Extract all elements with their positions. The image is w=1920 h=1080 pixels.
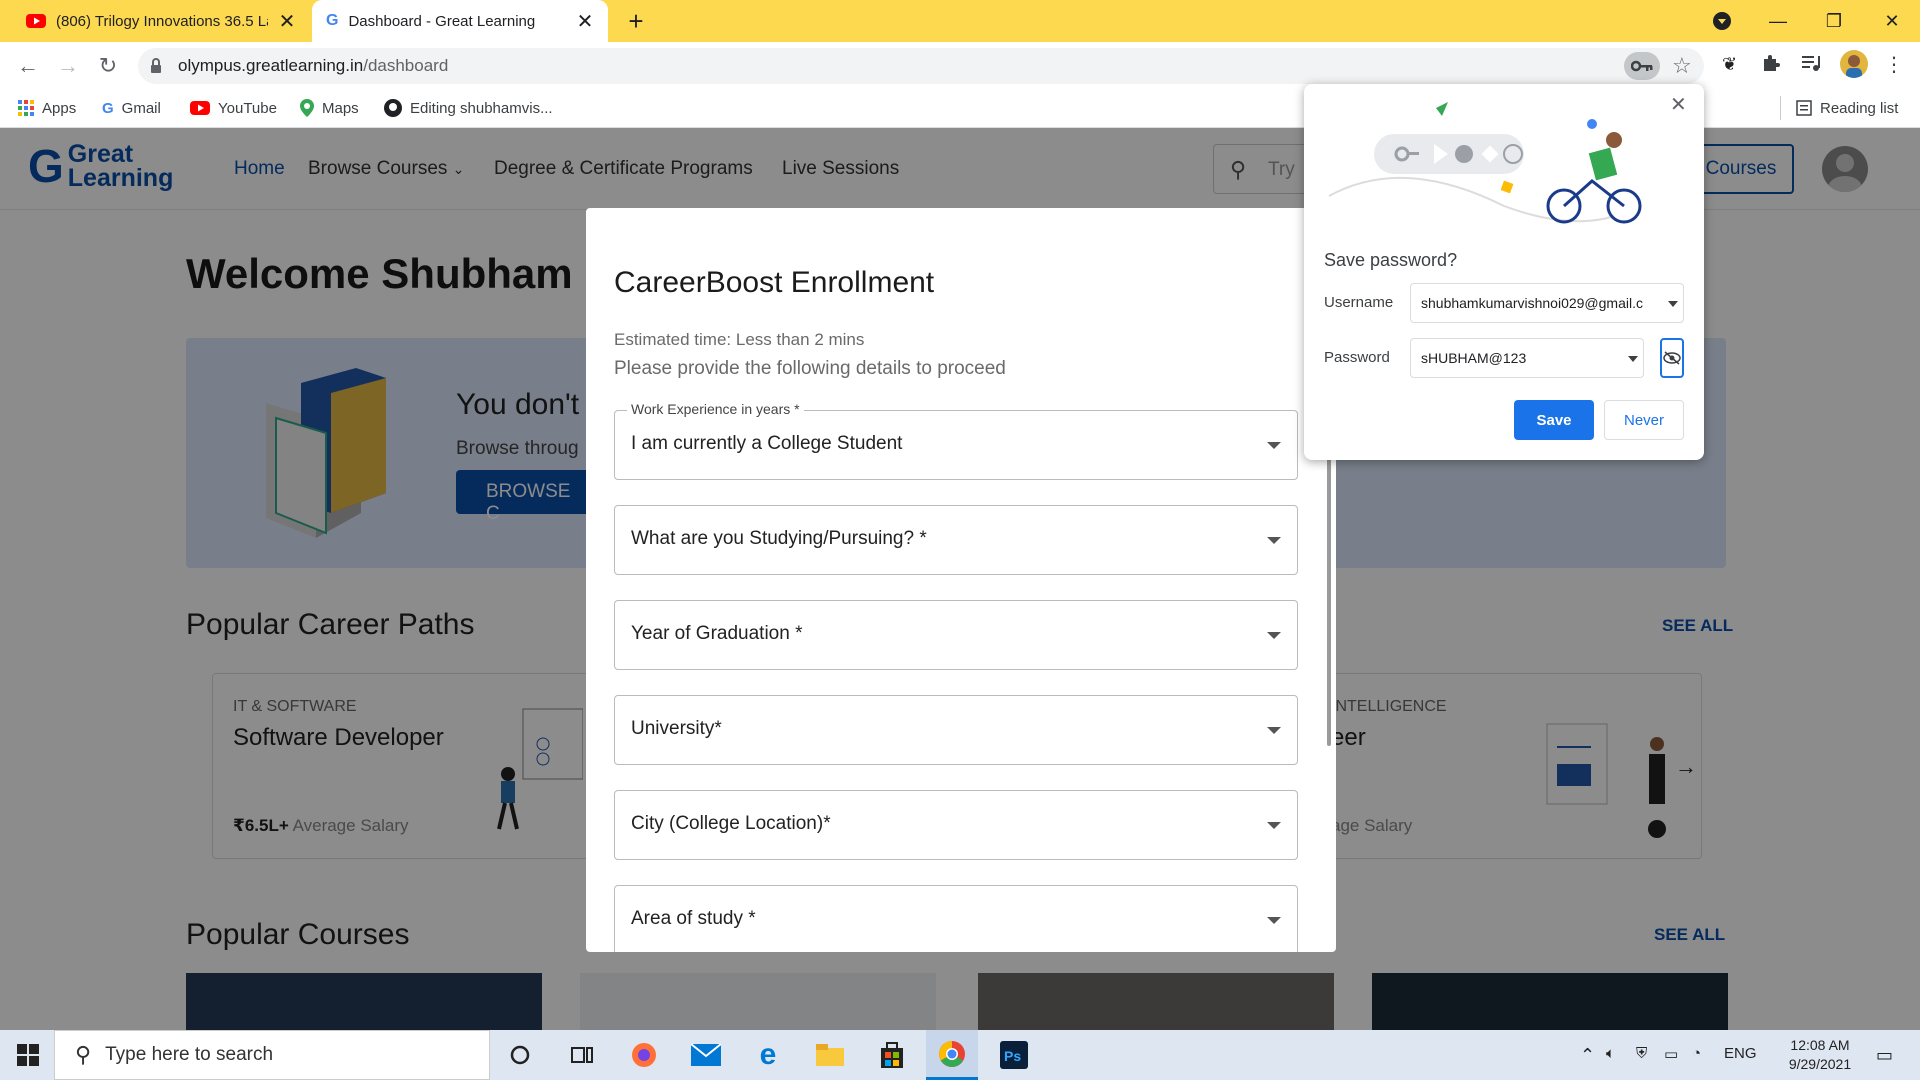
lock-icon[interactable] [150,58,162,74]
volume-icon[interactable]: 🔈︎ [1606,1045,1615,1062]
university-select[interactable]: University* [614,695,1298,765]
save-password-title: Save password? [1324,250,1458,270]
reading-list-icon [1796,100,1812,116]
tab-strip: (806) Trilogy Innovations 36.5 Lakh ✕ G … [0,0,1920,42]
modal-title: CareerBoost Enrollment [614,266,935,299]
tab-title: Dashboard - Great Learning [348,12,536,30]
security-icon[interactable]: ⛨ [1636,1045,1647,1062]
notifications-icon[interactable]: ▭ [1876,1045,1893,1066]
username-label: Username [1324,294,1394,311]
password-illustration [1324,96,1654,236]
google-icon: G [326,12,339,29]
url-text[interactable]: olympus.greatlearning.in/dashboard [178,56,448,76]
new-tab-button[interactable]: + [622,8,650,36]
photoshop-icon[interactable]: Ps [988,1030,1040,1080]
forward-button[interactable]: → [52,50,84,82]
search-icon: ⚲ [75,1042,92,1067]
battery-icon[interactable]: ▭ [1664,1045,1678,1063]
dropdown-caret-icon [1267,822,1281,829]
estimated-time: Estimated time: Less than 2 mins [614,330,865,349]
task-view-icon[interactable] [556,1030,608,1080]
extension-icon[interactable]: ❦ [1722,54,1737,75]
dropdown-caret-icon [1267,632,1281,639]
bookmark-apps[interactable]: Apps [18,96,76,120]
graduation-year-select[interactable]: Year of Graduation * [614,600,1298,670]
modal-instructions: Please provide the following details to … [614,358,1006,379]
store-icon[interactable] [866,1030,918,1080]
youtube-icon [190,101,210,115]
username-dropdown-icon[interactable] [1668,301,1678,307]
dropdown-caret-icon [1267,917,1281,924]
maps-pin-icon [300,99,314,117]
work-experience-select[interactable]: Work Experience in years * I am currentl… [614,401,1298,480]
apps-grid-icon [18,100,34,116]
dropdown-caret-icon [1267,537,1281,544]
profile-avatar[interactable] [1840,50,1868,78]
dropdown-caret-icon [1267,727,1281,734]
key-icon[interactable] [1624,52,1660,80]
windows-taskbar: ⚲ Type here to search e Ps ⌃ 🔈︎ ⛨ ▭ ◔ EN… [0,1030,1920,1080]
close-popup-icon[interactable]: ✕ [1670,92,1687,117]
back-button[interactable]: ← [12,50,44,82]
careerboost-modal: CareerBoost Enrollment Estimated time: L… [586,208,1336,952]
firefox-icon[interactable] [618,1030,670,1080]
github-icon [384,99,402,117]
minimize-button[interactable]: — [1750,0,1806,42]
close-tab-icon[interactable]: ✕ [278,9,296,34]
reading-list-button[interactable]: Reading list [1796,96,1898,120]
close-tab-icon[interactable]: ✕ [576,9,594,34]
media-control-icon[interactable] [1800,52,1822,74]
toggle-password-visibility-icon[interactable] [1660,338,1684,378]
password-label: Password [1324,349,1390,366]
clock[interactable]: 12:08 AM 9/29/2021 [1770,1036,1870,1074]
cortana-icon[interactable] [494,1030,546,1080]
edge-icon[interactable]: e [742,1030,794,1080]
city-select[interactable]: City (College Location)* [614,790,1298,860]
save-password-popup: ✕ Save password? Username shubhamkumarvi… [1304,84,1704,460]
extensions-puzzle-icon[interactable] [1760,52,1782,74]
tab-dashboard[interactable]: G Dashboard - Great Learning ✕ [312,0,608,42]
username-field[interactable]: shubhamkumarvishnoi029@gmail.c [1410,283,1684,323]
bookmark-github[interactable]: Editing shubhamvis... [384,96,553,120]
mail-icon[interactable] [680,1030,732,1080]
never-save-button[interactable]: Never [1604,400,1684,440]
show-hidden-icons-icon[interactable]: ⌃ [1580,1045,1595,1066]
file-explorer-icon[interactable] [804,1030,856,1080]
dropdown-caret-icon [1267,442,1281,449]
language-indicator[interactable]: ENG [1724,1045,1757,1062]
field-label: Work Experience in years * [627,401,804,417]
profile-menu-icon[interactable] [1694,0,1750,42]
area-of-study-select[interactable]: Area of study * [614,885,1298,952]
bookmark-gmail[interactable]: G Gmail [102,96,161,120]
restore-button[interactable]: ❐ [1806,0,1862,42]
bookmark-youtube[interactable]: YouTube [190,96,277,120]
tab-youtube[interactable]: (806) Trilogy Innovations 36.5 Lakh ✕ [12,0,310,42]
bookmark-maps[interactable]: Maps [300,96,359,120]
svg-text:Ps: Ps [1004,1048,1021,1064]
wifi-icon[interactable]: ◔ [1692,1045,1701,1062]
reload-button[interactable]: ↻ [92,50,124,82]
youtube-icon [26,14,46,28]
studying-select[interactable]: What are you Studying/Pursuing? * [614,505,1298,575]
chrome-menu-icon[interactable]: ⋮ [1884,52,1904,77]
windows-start-icon[interactable] [2,1030,54,1080]
tab-title: (806) Trilogy Innovations 36.5 Lakh [56,12,268,30]
bookmark-star-icon[interactable]: ☆ [1672,53,1692,79]
field-value: I am currently a College Student [631,433,903,454]
bookmark-divider [1780,96,1781,120]
chrome-icon[interactable] [926,1030,978,1080]
password-dropdown-icon[interactable] [1628,356,1638,362]
save-password-button[interactable]: Save [1514,400,1594,440]
google-icon: G [102,99,114,117]
password-field[interactable]: sHUBHAM@123 [1410,338,1644,378]
taskbar-search-box[interactable]: ⚲ Type here to search [54,1030,490,1080]
close-window-button[interactable]: ✕ [1864,0,1920,42]
